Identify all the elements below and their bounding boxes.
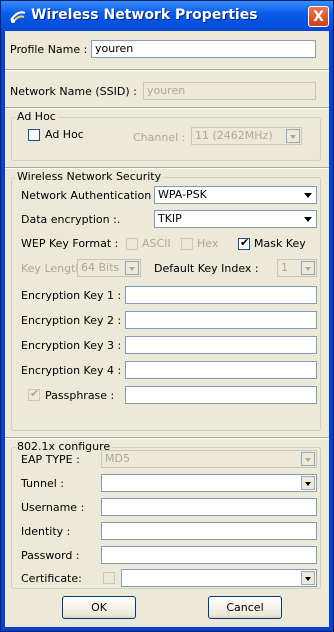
chevron-down-icon[interactable] [301,452,315,466]
ok-button[interactable]: OK [62,596,136,619]
chevron-down-icon[interactable] [301,212,315,226]
default-index-select[interactable]: 1 [277,259,317,277]
close-button[interactable]: X [308,6,329,27]
mask-key-checkbox[interactable]: ✔ [238,236,250,250]
encryption-key-1-input[interactable] [125,286,317,304]
channel-value: 11 (2462MHz) [195,129,273,142]
adhoc-group-title: Ad Hoc [15,110,58,123]
encryption-label: Data encryption :. [21,213,121,226]
certificate-select[interactable] [121,569,317,587]
tunnel-label: Tunnel : [21,477,64,490]
chevron-down-icon[interactable] [286,129,300,143]
cancel-button[interactable]: Cancel [208,596,282,619]
mask-key-label: Mask Key [254,237,306,250]
separator [5,437,329,439]
wep-format-label: WEP Key Format : [21,237,119,250]
ascii-checkbox[interactable] [126,238,138,250]
chevron-down-icon[interactable] [301,188,315,202]
close-icon: X [313,9,324,25]
ssid-input[interactable]: youren [143,82,316,100]
encryption-key-3-label: Encryption Key 3 : [21,339,122,352]
chevron-down-icon[interactable] [301,261,315,275]
dot1x-group [11,447,321,589]
key-length-select[interactable]: 64 Bits [77,259,141,277]
eap-type-value: MD5 [105,452,130,465]
security-group-title: Wireless Network Security [15,170,164,183]
passphrase-label: Passphrase : [45,389,115,402]
key-length-value: 64 Bits [81,261,120,274]
encryption-key-1-label: Encryption Key 1 : [21,289,122,302]
identity-input[interactable] [101,522,317,540]
window-title: Wireless Network Properties [31,7,258,23]
hex-checkbox[interactable] [181,238,193,250]
wireless-icon [10,11,26,23]
title-bar[interactable]: Wireless Network Properties X [1,1,333,31]
passphrase-checkbox[interactable]: ✔ [28,387,40,401]
password-label: Password : [21,549,80,562]
eap-type-label: EAP TYPE : [21,453,80,466]
ssid-label: Network Name (SSID) : [10,85,137,98]
chevron-down-icon[interactable] [125,261,139,275]
default-index-value: 1 [281,261,288,274]
username-input[interactable] [101,498,317,516]
auth-select[interactable]: WPA-PSK [154,186,317,204]
encryption-key-2-label: Encryption Key 2 : [21,314,122,327]
separator [5,167,329,169]
encryption-key-2-input[interactable] [125,311,317,329]
chevron-down-icon[interactable] [301,571,315,585]
auth-value: WPA-PSK [158,188,207,201]
adhoc-checkbox[interactable] [28,129,40,141]
separator [5,69,329,71]
channel-select[interactable]: 11 (2462MHz) [191,127,302,145]
profile-name-label: Profile Name : [10,43,88,56]
chevron-down-icon[interactable] [301,476,315,490]
profile-name-input[interactable]: youren [91,40,316,58]
passphrase-input[interactable] [125,386,317,404]
dot1x-group-title: 802.1x configure [15,440,113,453]
encryption-value: TKIP [158,212,182,225]
adhoc-checkbox-label: Ad Hoc [45,128,84,141]
auth-label: Network Authentication : [21,189,159,202]
tunnel-select[interactable] [101,474,317,492]
encryption-key-3-input[interactable] [125,336,317,354]
identity-label: Identity : [21,525,71,538]
ascii-label: ASCII [142,237,171,250]
checkmark-icon: ✔ [30,387,40,400]
dialog-window: Wireless Network Properties X Profile Na… [0,0,334,632]
certificate-checkbox[interactable] [103,572,115,584]
encryption-key-4-input[interactable] [125,361,317,379]
password-input[interactable] [101,546,317,564]
separator [5,107,329,109]
hex-label: Hex [197,237,219,250]
dialog-body: Profile Name : youren Network Name (SSID… [5,31,329,627]
username-label: Username : [21,501,85,514]
certificate-label: Certificate: [21,572,82,585]
channel-label: Channel : [133,131,186,144]
checkmark-icon: ✔ [240,236,250,249]
encryption-select[interactable]: TKIP [154,210,317,228]
eap-type-select[interactable]: MD5 [101,450,317,468]
encryption-key-4-label: Encryption Key 4 : [21,364,122,377]
default-index-label: Default Key Index : [154,262,259,275]
